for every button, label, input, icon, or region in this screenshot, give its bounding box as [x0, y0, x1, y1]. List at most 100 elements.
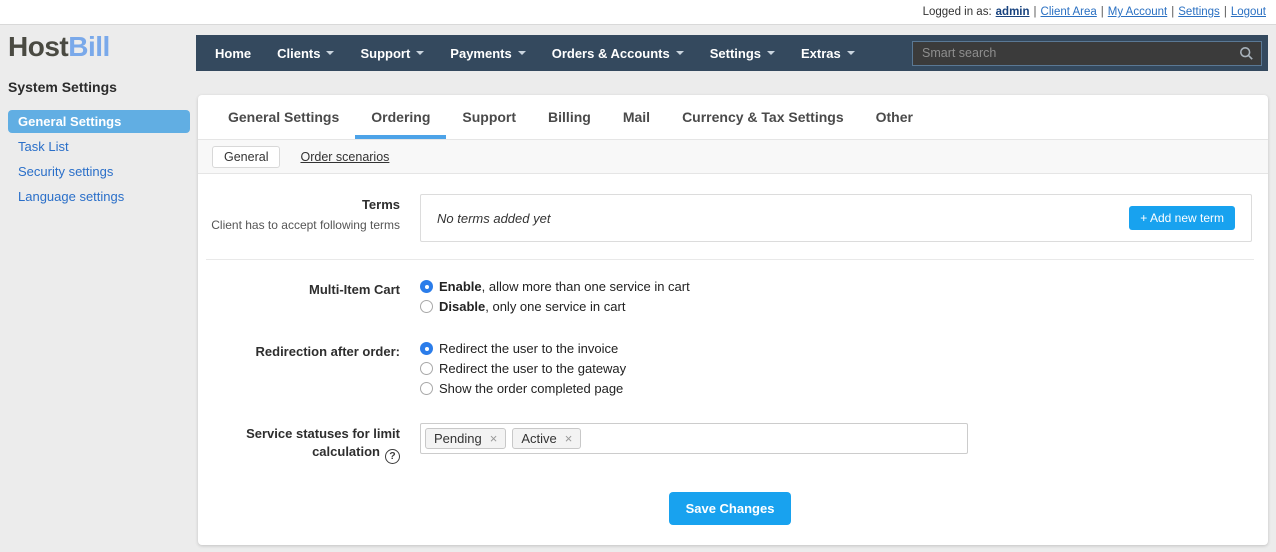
logo-text-bill: Bill	[68, 31, 110, 62]
nav-item-label: Clients	[277, 45, 321, 61]
option-label-rest: , only one service in cart	[485, 299, 626, 314]
ordering-general-form: Terms Client has to accept following ter…	[198, 174, 1268, 545]
radio-unchecked-icon[interactable]	[420, 382, 433, 395]
tab-mail[interactable]: Mail	[607, 95, 666, 139]
nav-item-home[interactable]: Home	[202, 35, 264, 71]
service-statuses-control-col: Pending × Active ×	[420, 423, 1254, 454]
nav-item-label: Orders & Accounts	[551, 45, 670, 61]
main-navbar: Home Clients Support Payments Orders & A…	[196, 35, 1268, 71]
multi-item-cart-option-enable[interactable]: Enable, allow more than one service in c…	[420, 279, 1254, 294]
search-input[interactable]	[920, 45, 1239, 61]
topbar: Logged in as: admin | Client Area | My A…	[0, 0, 1276, 25]
logged-in-label: Logged in as:	[922, 6, 992, 18]
nav-item-clients[interactable]: Clients	[264, 35, 347, 71]
remove-tag-icon[interactable]: ×	[565, 431, 573, 446]
option-label-emphasis: Enable	[439, 279, 482, 294]
ordering-subtabbar: General Order scenarios	[198, 140, 1268, 174]
settings-link[interactable]: Settings	[1178, 6, 1220, 18]
section-divider	[206, 259, 1254, 260]
tab-ordering[interactable]: Ordering	[355, 95, 447, 139]
tab-billing[interactable]: Billing	[532, 95, 607, 139]
radio-checked-icon[interactable]	[420, 280, 433, 293]
nav-item-support[interactable]: Support	[347, 35, 437, 71]
option-label: Show the order completed page	[439, 381, 624, 396]
service-statuses-multiselect[interactable]: Pending × Active ×	[420, 423, 968, 454]
settings-panel: General Settings Ordering Support Billin…	[198, 95, 1268, 545]
terms-label: Terms	[361, 197, 400, 212]
nav-item-label: Home	[215, 45, 252, 61]
tab-currency-tax-settings[interactable]: Currency & Tax Settings	[666, 95, 860, 139]
my-account-link[interactable]: My Account	[1108, 6, 1167, 18]
status-tag-pending: Pending ×	[425, 428, 507, 449]
subtab-general[interactable]: General	[212, 145, 281, 168]
option-label: Disable, only one service in cart	[439, 299, 625, 314]
option-label: Enable, allow more than one service in c…	[439, 279, 690, 294]
chevron-down-icon	[767, 51, 776, 55]
save-button-wrap: Save Changes	[206, 491, 1254, 525]
nav-item-label: Extras	[801, 45, 841, 61]
radio-unchecked-icon[interactable]	[420, 362, 433, 375]
save-changes-button[interactable]: Save Changes	[668, 491, 792, 525]
chevron-down-icon	[416, 51, 425, 55]
redirection-label: Redirection after order:	[255, 344, 400, 359]
radio-unchecked-icon[interactable]	[420, 300, 433, 313]
radio-checked-icon[interactable]	[420, 342, 433, 355]
option-label: Redirect the user to the gateway	[439, 361, 627, 376]
tab-support[interactable]: Support	[446, 95, 532, 139]
tab-other[interactable]: Other	[860, 95, 929, 139]
terms-control-col: No terms added yet + Add new term	[420, 194, 1254, 242]
subtab-order-scenarios[interactable]: Order scenarios	[300, 150, 389, 164]
remove-tag-icon[interactable]: ×	[490, 431, 498, 446]
sidebar-item-security-settings[interactable]: Security settings	[8, 160, 190, 183]
service-statuses-label: Service statuses for limit calculation?	[206, 425, 400, 464]
tab-general-settings[interactable]: General Settings	[212, 95, 355, 139]
hostbill-logo[interactable]: HostBill	[8, 31, 110, 63]
chevron-down-icon	[326, 51, 335, 55]
add-new-term-button[interactable]: + Add new term	[1129, 206, 1235, 230]
tag-label: Active	[521, 431, 557, 446]
redirection-options: Redirect the user to the invoice Redirec…	[420, 341, 1254, 401]
nav-item-extras[interactable]: Extras	[788, 35, 868, 71]
multi-item-cart-row: Multi-Item Cart Enable, allow more than …	[206, 279, 1254, 319]
separator: |	[1033, 6, 1037, 18]
separator: |	[1171, 6, 1175, 18]
logout-link[interactable]: Logout	[1231, 6, 1266, 18]
logo-text-host: Host	[8, 31, 69, 62]
terms-description: Client has to accept following terms	[211, 218, 400, 232]
help-question-icon[interactable]: ?	[385, 448, 400, 464]
terms-label-col: Terms Client has to accept following ter…	[206, 194, 400, 234]
multi-item-cart-label-col: Multi-Item Cart	[206, 279, 400, 299]
sidebar-item-label: Language settings	[18, 189, 125, 204]
redirection-option-invoice[interactable]: Redirect the user to the invoice	[420, 341, 1254, 356]
settings-sidebar: General Settings Task List Security sett…	[8, 110, 190, 210]
sidebar-item-general-settings[interactable]: General Settings	[8, 110, 190, 133]
service-statuses-label-text: Service statuses for limit calculation	[246, 426, 400, 459]
nav-item-orders-accounts[interactable]: Orders & Accounts	[539, 35, 697, 71]
tag-label: Pending	[434, 431, 482, 446]
option-label-emphasis: Disable	[439, 299, 486, 314]
redirection-option-completed-page[interactable]: Show the order completed page	[420, 381, 1254, 396]
chevron-down-icon	[675, 51, 684, 55]
multi-item-cart-option-disable[interactable]: Disable, only one service in cart	[420, 299, 1254, 314]
client-area-link[interactable]: Client Area	[1041, 6, 1097, 18]
nav-item-payments[interactable]: Payments	[437, 35, 538, 71]
search-icon	[1239, 46, 1253, 60]
chevron-down-icon	[517, 51, 526, 55]
redirection-row: Redirection after order: Redirect the us…	[206, 341, 1254, 401]
smart-search-box[interactable]	[912, 40, 1262, 66]
nav-item-settings[interactable]: Settings	[697, 35, 788, 71]
separator: |	[1100, 6, 1104, 18]
redirection-option-gateway[interactable]: Redirect the user to the gateway	[420, 361, 1254, 376]
sidebar-item-task-list[interactable]: Task List	[8, 135, 190, 158]
nav-item-label: Payments	[450, 45, 512, 61]
settings-tabbar: General Settings Ordering Support Billin…	[198, 95, 1268, 140]
sidebar-item-label: General Settings	[18, 114, 122, 129]
chevron-down-icon	[846, 51, 855, 55]
multi-item-cart-options: Enable, allow more than one service in c…	[420, 279, 1254, 319]
multi-item-cart-label: Multi-Item Cart	[309, 282, 400, 297]
sidebar-item-label: Security settings	[18, 164, 114, 179]
username-link[interactable]: admin	[996, 6, 1030, 18]
service-statuses-label-col: Service statuses for limit calculation?	[206, 423, 400, 464]
redirection-label-col: Redirection after order:	[206, 341, 400, 361]
sidebar-item-language-settings[interactable]: Language settings	[8, 185, 190, 208]
